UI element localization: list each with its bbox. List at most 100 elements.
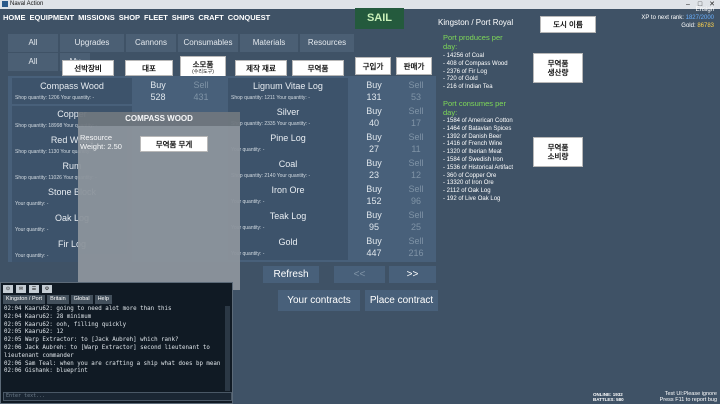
good-name: Teak Log (269, 211, 307, 221)
gold-label: Gold: (681, 23, 696, 29)
refresh-button[interactable]: Refresh (263, 266, 319, 283)
tab-upgrades[interactable]: Upgrades (60, 34, 124, 52)
tab-cannons[interactable]: Cannons (126, 34, 176, 52)
good-row[interactable]: Iron Ore Your quantity: - (228, 182, 348, 208)
category-tabs: All Upgrades Cannons Consumables Materia… (8, 34, 354, 52)
buy-price[interactable]: Buy 528 (147, 78, 169, 104)
main-nav: HOME EQUIPMENT MISSIONS SHOP FLEET SHIPS… (3, 13, 270, 22)
buy-price[interactable]: Buy 152 (363, 182, 385, 208)
list-item: - 1416 of French Wine (443, 141, 503, 148)
chat-settings-icon[interactable]: ⊙ (3, 285, 13, 293)
gear-icon[interactable]: ⚙ (42, 285, 52, 293)
sell-price[interactable]: Sell 216 (405, 234, 427, 260)
tab-all[interactable]: All (8, 34, 58, 52)
buy-price[interactable]: Buy 27 (363, 130, 385, 156)
window-title: Naval Action (10, 1, 44, 7)
chat-messages: 02:04 Kaaru62: going to need alot more t… (4, 306, 222, 376)
tooltip-title: COMPASS WOOD (78, 112, 240, 126)
produces-title: Port produces per day: (443, 33, 503, 51)
chat-tab-global[interactable]: Global (70, 295, 93, 304)
tab-resources[interactable]: Resources (300, 34, 354, 52)
server-stats: ONLINE: 1932 BATTLES: 580 (593, 392, 624, 402)
tab-materials[interactable]: Materials (240, 34, 298, 52)
list-item: - 1320 of Iberian Meat (443, 149, 502, 156)
sell-price[interactable]: Sell 11 (405, 130, 427, 156)
chat-tab-port[interactable]: Kingston / Port (3, 295, 46, 304)
footer-note: Test UI:Please ignore Press F11 to repor… (659, 391, 717, 403)
good-row[interactable]: Coal Shop quantity: 2140 Your quantity: … (228, 156, 348, 182)
nav-ships[interactable]: SHIPS (172, 13, 195, 22)
xp-label: XP to next rank: (641, 15, 684, 21)
next-page-button[interactable]: >> (389, 266, 436, 283)
buy-price[interactable]: Buy 23 (363, 156, 385, 182)
tab-consumables[interactable]: Consumables (178, 34, 238, 52)
nav-craft[interactable]: CRAFT (198, 13, 223, 22)
consumes-list: - 1584 of American Cotton - 1464 of Bata… (443, 118, 513, 204)
chat-scrollbar[interactable] (225, 306, 230, 391)
gold-value: 86783 (697, 23, 714, 29)
list-item: - 1584 of American Cotton (443, 118, 513, 124)
chat-message: 02:06 Gishank: blueprint (4, 368, 88, 375)
nav-equipment[interactable]: EQUIPMENT (30, 13, 75, 22)
buy-price[interactable]: Buy 40 (363, 104, 385, 130)
list-item: - 720 of Gold (443, 76, 478, 83)
chat-window: ⊙ ✉ ☰ ⚙ Kingston / Port Britain Global H… (0, 282, 233, 404)
list-item: - 192 of Live Oak Log (443, 195, 501, 202)
nav-home[interactable]: HOME (3, 13, 26, 22)
chat-tab-nation[interactable]: Britain (47, 295, 69, 304)
list-item: - 408 of Compass Wood (443, 60, 508, 67)
good-qty: Shop quantity: 2140 Your quantity: - (231, 173, 311, 179)
good-row[interactable]: Lignum Vitae Log Shop quantity: 1211 You… (228, 78, 348, 104)
chat-toolbar: ⊙ ✉ ☰ ⚙ (3, 285, 52, 293)
good-qty: Shop quantity: 1206 Your quantity: - (15, 95, 95, 101)
good-name: Gold (278, 237, 298, 247)
nav-fleet[interactable]: FLEET (144, 13, 168, 22)
list-item: - 2376 of Fir Log (443, 68, 488, 75)
sell-price[interactable]: Sell 12 (405, 156, 427, 182)
sell-price[interactable]: Sell 96 (405, 182, 427, 208)
list-item: - 1536 of Historical Artifact (443, 164, 514, 171)
good-row[interactable]: Teak Log Your quantity: - (228, 208, 348, 234)
filter-all[interactable]: All (8, 53, 58, 71)
menu-icon[interactable]: ☰ (29, 285, 39, 293)
annotation-consumes: 무역품 소비량 (533, 137, 583, 167)
chat-tabs: Kingston / Port Britain Global Help (3, 295, 232, 304)
mail-icon[interactable]: ✉ (16, 285, 26, 293)
good-row[interactable]: Gold Your quantity: - (228, 234, 348, 260)
good-row[interactable]: Silver Shop quantity: 2335 Your quantity… (228, 104, 348, 130)
good-qty: Shop quantity: 1211 Your quantity: - (231, 95, 310, 101)
nav-conquest[interactable]: CONQUEST (228, 13, 271, 22)
sail-button[interactable]: SAIL (355, 8, 404, 29)
prev-page-button[interactable]: << (334, 266, 385, 283)
nav-shop[interactable]: SHOP (119, 13, 140, 22)
list-item: - 216 of Indian Tea (443, 84, 493, 91)
your-contracts-button[interactable]: Your contracts (278, 290, 360, 311)
nav-missions[interactable]: MISSIONS (78, 13, 115, 22)
annotation-consumables: 소모품 (수리도구) (180, 56, 226, 78)
chat-input[interactable]: Enter text... (3, 392, 232, 401)
sell-price[interactable]: Sell 17 (405, 104, 427, 130)
good-qty: Your quantity: - (15, 227, 49, 233)
annotation-cannons: 대포 (125, 60, 173, 76)
good-row[interactable]: Pine Log Your quantity: - (228, 130, 348, 156)
chat-message: lieutenant commander (4, 352, 74, 359)
player-info: Ensign XP to next rank: 1827/2000 Gold: … (641, 6, 714, 30)
chat-message: 02:06 Jack Aubreh: to [Warp Extractor] s… (4, 344, 210, 351)
xp-value: 1827/2000 (685, 15, 714, 21)
list-item: - 1392 of Danish Beer (443, 133, 502, 140)
sell-price[interactable]: Sell 53 (405, 78, 427, 104)
sell-price[interactable]: Sell 431 (190, 78, 212, 104)
good-name: Compass Wood (40, 81, 104, 91)
buy-price[interactable]: Buy 447 (363, 234, 385, 260)
good-qty: Shop quantity: 2335 Your quantity: - (231, 121, 311, 127)
chat-tab-help[interactable]: Help (94, 295, 112, 304)
good-row[interactable]: Compass Wood Shop quantity: 1206 Your qu… (12, 78, 132, 104)
good-name: Iron Ore (271, 185, 305, 195)
place-contract-button[interactable]: Place contract (365, 290, 438, 311)
sell-price[interactable]: Sell 25 (405, 208, 427, 234)
buy-price[interactable]: Buy 131 (363, 78, 385, 104)
buy-price[interactable]: Buy 95 (363, 208, 385, 234)
produces-list: - 14256 of Coal - 408 of Compass Wood - … (443, 53, 508, 92)
chat-message: 02:06 Sam Teal: when you are crafting a … (4, 360, 221, 367)
list-item: - 2112 of Oak Log (443, 188, 491, 195)
